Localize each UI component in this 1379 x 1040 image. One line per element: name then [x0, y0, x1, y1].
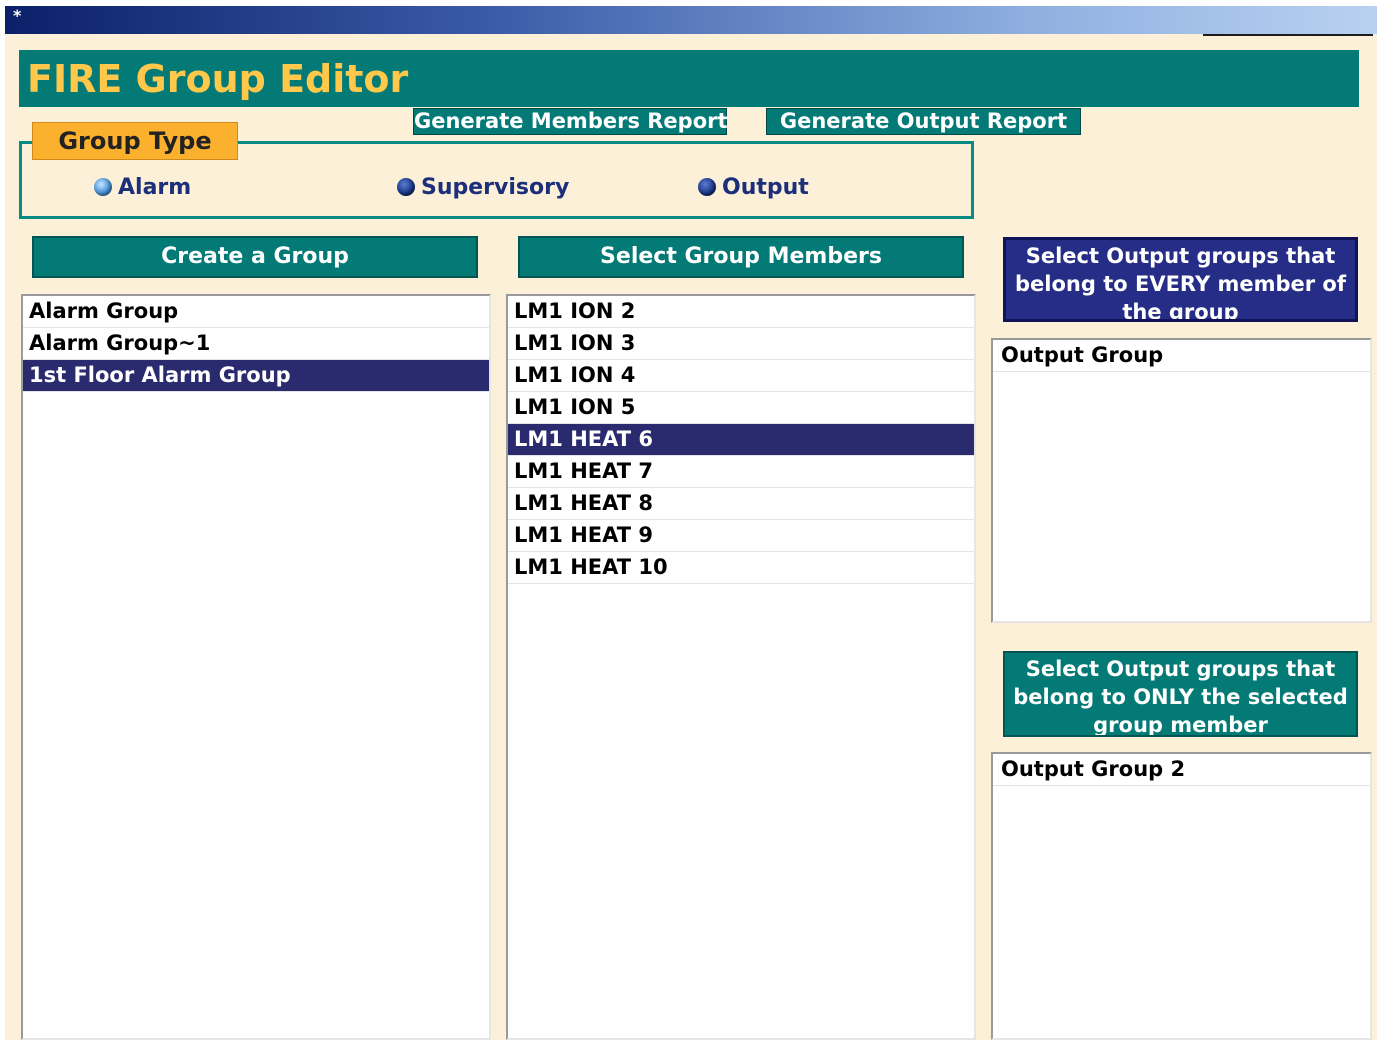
list-item[interactable]: Alarm Group: [23, 296, 489, 328]
radio-supervisory[interactable]: Supervisory: [397, 174, 569, 200]
app-window: * FIRE Group Editor Generate Members Rep…: [5, 6, 1377, 1040]
output-every-list[interactable]: Output Group: [991, 338, 1372, 623]
list-item[interactable]: Output Group: [993, 340, 1370, 372]
radio-alarm[interactable]: Alarm: [94, 174, 191, 200]
members-list[interactable]: LM1 ION 2 LM1 ION 3 LM1 ION 4 LM1 ION 5 …: [506, 294, 976, 1040]
radio-unchecked-icon: [397, 178, 415, 196]
radio-output-label: Output: [722, 174, 809, 200]
list-item[interactable]: LM1 ION 2: [508, 296, 974, 328]
list-item[interactable]: LM1 ION 3: [508, 328, 974, 360]
list-item[interactable]: LM1 HEAT 7: [508, 456, 974, 488]
app-icon: *: [13, 6, 22, 25]
list-item[interactable]: LM1 HEAT 10: [508, 552, 974, 584]
radio-supervisory-label: Supervisory: [421, 174, 570, 200]
output-only-list[interactable]: Output Group 2: [991, 752, 1372, 1040]
list-item-selected[interactable]: LM1 HEAT 6: [508, 424, 974, 456]
generate-members-report-button[interactable]: Generate Members Report: [413, 108, 728, 135]
header-bar: FIRE Group Editor: [19, 50, 1359, 107]
output-only-member-header: Select Output groups that belong to ONLY…: [1003, 651, 1358, 737]
title-bar: *: [5, 6, 1377, 34]
radio-alarm-label: Alarm: [118, 174, 192, 200]
list-item[interactable]: LM1 HEAT 9: [508, 520, 974, 552]
radio-output[interactable]: Output: [698, 174, 809, 200]
list-item[interactable]: LM1 ION 4: [508, 360, 974, 392]
create-group-button[interactable]: Create a Group: [32, 236, 478, 278]
generate-output-report-button[interactable]: Generate Output Report: [766, 108, 1081, 135]
list-item-selected[interactable]: 1st Floor Alarm Group: [23, 360, 489, 392]
groups-list[interactable]: Alarm Group Alarm Group~1 1st Floor Alar…: [21, 294, 491, 1040]
select-group-members-button[interactable]: Select Group Members: [518, 236, 964, 278]
list-item[interactable]: LM1 HEAT 8: [508, 488, 974, 520]
group-type-label: Group Type: [32, 122, 238, 160]
list-item[interactable]: LM1 ION 5: [508, 392, 974, 424]
radio-unchecked-icon: [698, 178, 716, 196]
list-item[interactable]: Alarm Group~1: [23, 328, 489, 360]
output-every-member-header: Select Output groups that belong to EVER…: [1003, 237, 1358, 322]
radio-checked-icon: [94, 178, 112, 196]
list-item[interactable]: Output Group 2: [993, 754, 1370, 786]
page-title: FIRE Group Editor: [27, 57, 409, 101]
title-bar-underline: [1203, 34, 1373, 36]
